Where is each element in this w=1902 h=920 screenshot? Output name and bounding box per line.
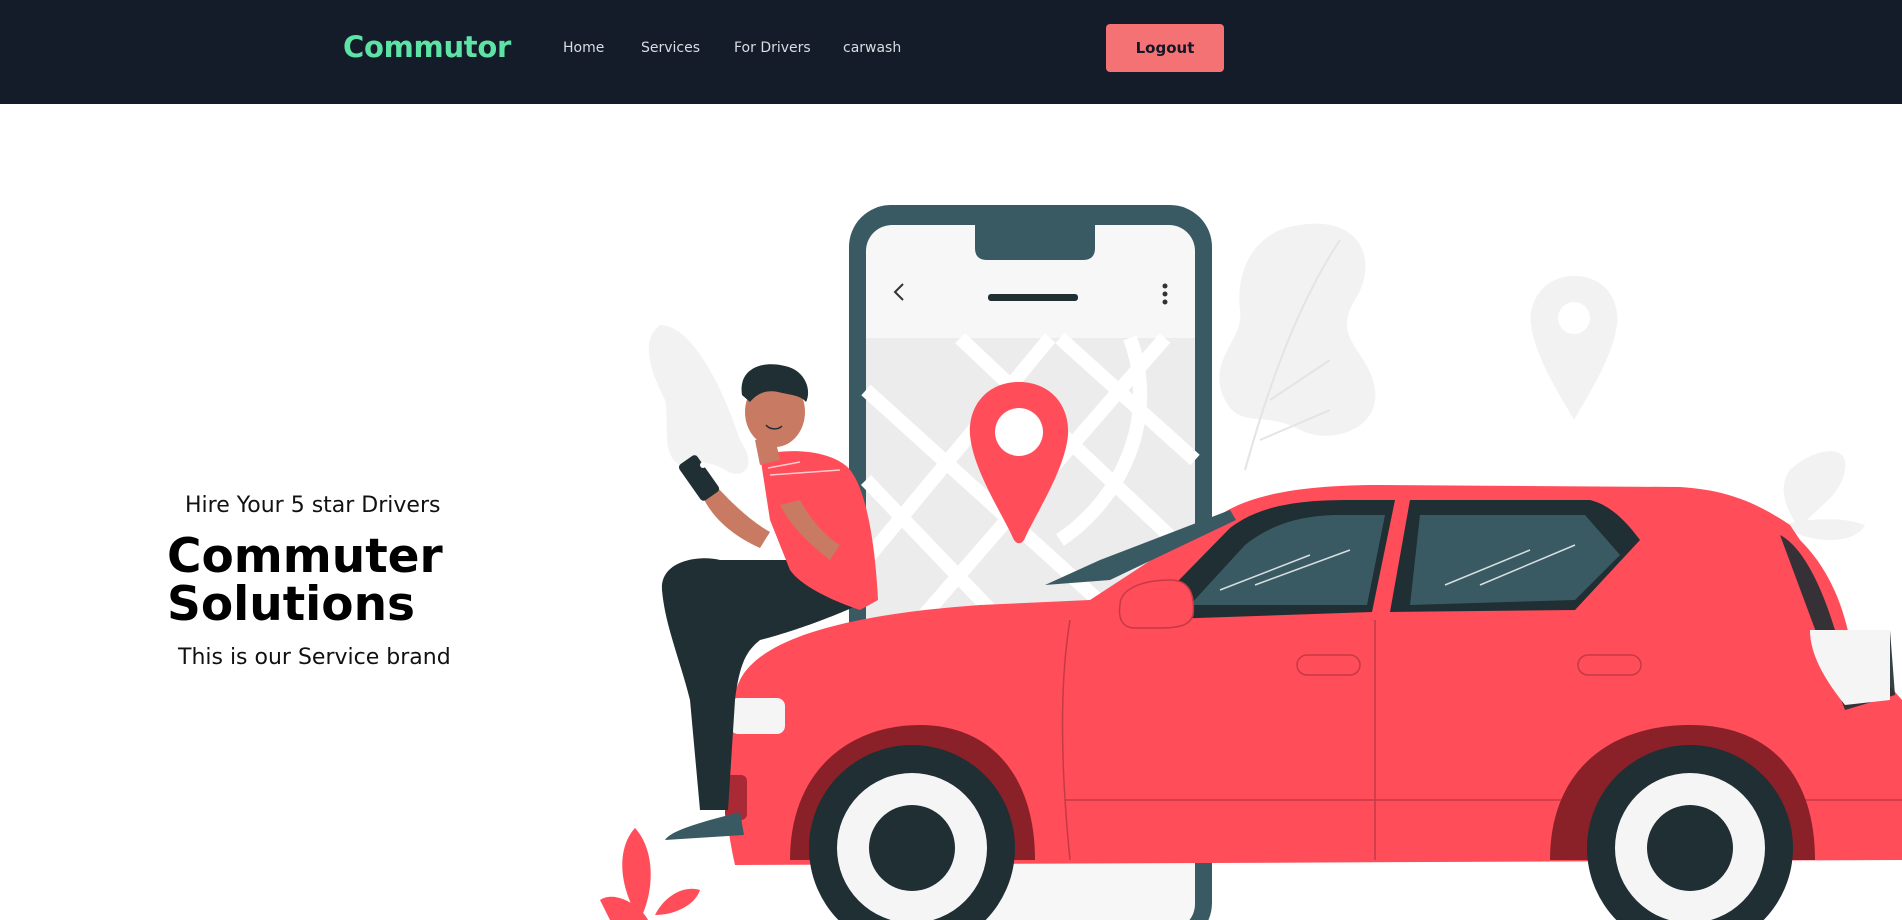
nav-link-carwash[interactable]: carwash	[843, 40, 901, 56]
nav-link-for-drivers[interactable]: For Drivers	[734, 40, 811, 56]
hero-tagline: Hire Your 5 star Drivers	[185, 493, 441, 518]
hero-subline: This is our Service brand	[178, 645, 451, 670]
navbar: Commutor Home Services For Drivers carwa…	[0, 0, 1902, 104]
nav-link-services[interactable]: Services	[641, 40, 700, 56]
plant-icon	[600, 828, 700, 920]
brand-logo[interactable]: Commutor	[343, 30, 511, 64]
hero-headline-line2: Solutions	[167, 577, 416, 632]
nav-link-home[interactable]: Home	[563, 40, 604, 56]
logout-button[interactable]: Logout	[1106, 24, 1224, 72]
location-pin-icon	[1530, 276, 1618, 420]
hero-illustration	[600, 205, 1902, 920]
hero-headline-line1: Commuter	[167, 529, 443, 584]
hero-headline: Commuter Solutions	[167, 533, 487, 629]
